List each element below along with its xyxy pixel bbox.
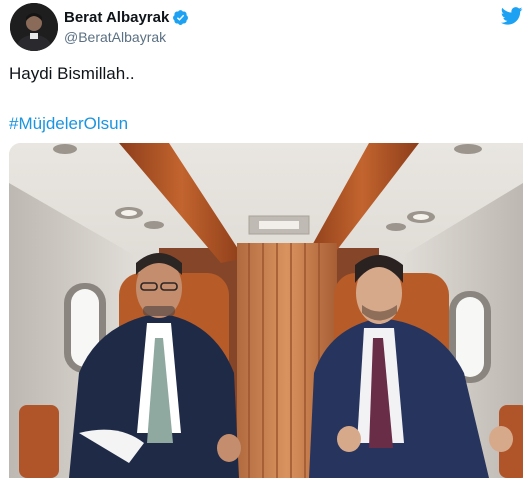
tweet-header: Berat Albayrak @BeratAlbayrak: [0, 0, 523, 56]
twitter-bird-icon[interactable]: [501, 7, 523, 25]
tweet-photo[interactable]: [9, 143, 523, 478]
author-handle[interactable]: @BeratAlbayrak: [64, 29, 166, 45]
verified-badge-icon: [173, 10, 189, 25]
author-display-name[interactable]: Berat Albayrak: [64, 9, 169, 26]
tweet-text: Haydi Bismillah..: [9, 64, 135, 83]
jet-cabin-photo: [9, 143, 523, 478]
author-avatar[interactable]: [10, 3, 58, 51]
author-name-row: Berat Albayrak: [64, 9, 189, 26]
hashtag-link[interactable]: #MüjdelerOlsun: [9, 114, 128, 134]
avatar-image: [10, 3, 58, 51]
